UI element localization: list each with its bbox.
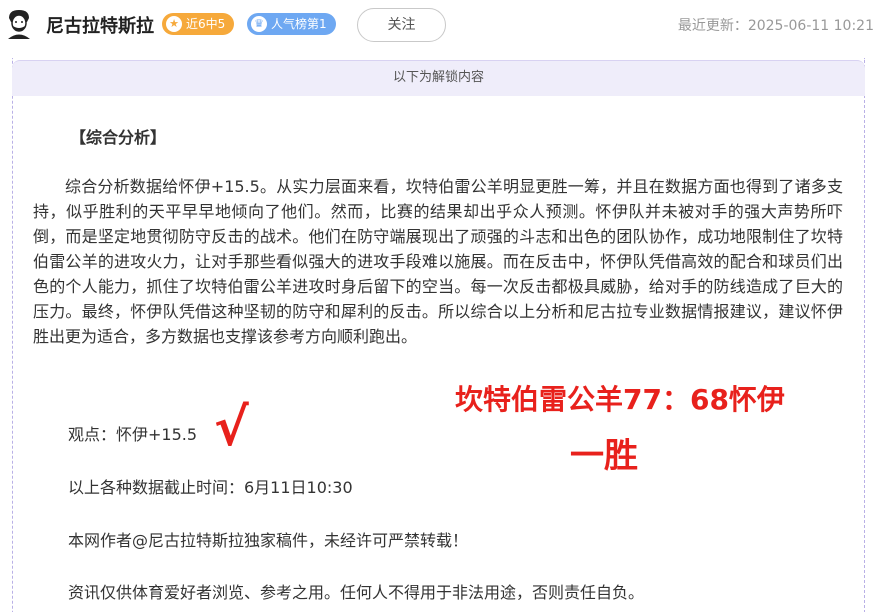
- recent-record-label: 近6中5: [186, 17, 226, 31]
- unlock-banner: 以下为解锁内容: [12, 60, 865, 96]
- data-cutoff-time: 以上各种数据截止时间：6月11日10:30: [68, 478, 353, 497]
- disclaimer-notice: 资讯仅供体育爱好者浏览、参考之用。任何人不得用于非法用途，否则责任自负。: [68, 583, 645, 602]
- viewpoint-text: 观点：怀伊+15.5: [68, 425, 198, 444]
- star-icon: ★: [166, 16, 182, 32]
- result-label: 一胜: [570, 436, 638, 476]
- author-avatar[interactable]: [5, 8, 33, 40]
- follow-button[interactable]: 关注: [357, 8, 446, 42]
- checkmark-icon: √: [214, 398, 249, 458]
- analysis-paragraph: 综合分析数据给怀伊+15.5。从实力层面来看，坎特伯雷公羊明显更胜一筹，并且在数…: [33, 177, 843, 346]
- author-header: 尼古拉特斯拉 ★ 近6中5 ♛ 人气榜第1 关注 最近更新：2025-06-11…: [0, 0, 877, 50]
- popularity-rank-label: 人气榜第1: [271, 17, 327, 31]
- copyright-notice: 本网作者@尼古拉特斯拉独家稿件，未经许可严禁转载！: [68, 531, 469, 550]
- author-name[interactable]: 尼古拉特斯拉: [46, 12, 154, 38]
- last-updated: 最近更新：2025-06-11 10:21: [677, 18, 874, 34]
- recent-record-badge: ★ 近6中5: [162, 13, 235, 35]
- section-title: 【综合分析】: [70, 128, 167, 147]
- final-score: 坎特伯雷公羊77：68怀伊: [455, 383, 785, 416]
- crown-icon: ♛: [251, 16, 267, 32]
- popularity-rank-badge: ♛ 人气榜第1: [247, 13, 336, 35]
